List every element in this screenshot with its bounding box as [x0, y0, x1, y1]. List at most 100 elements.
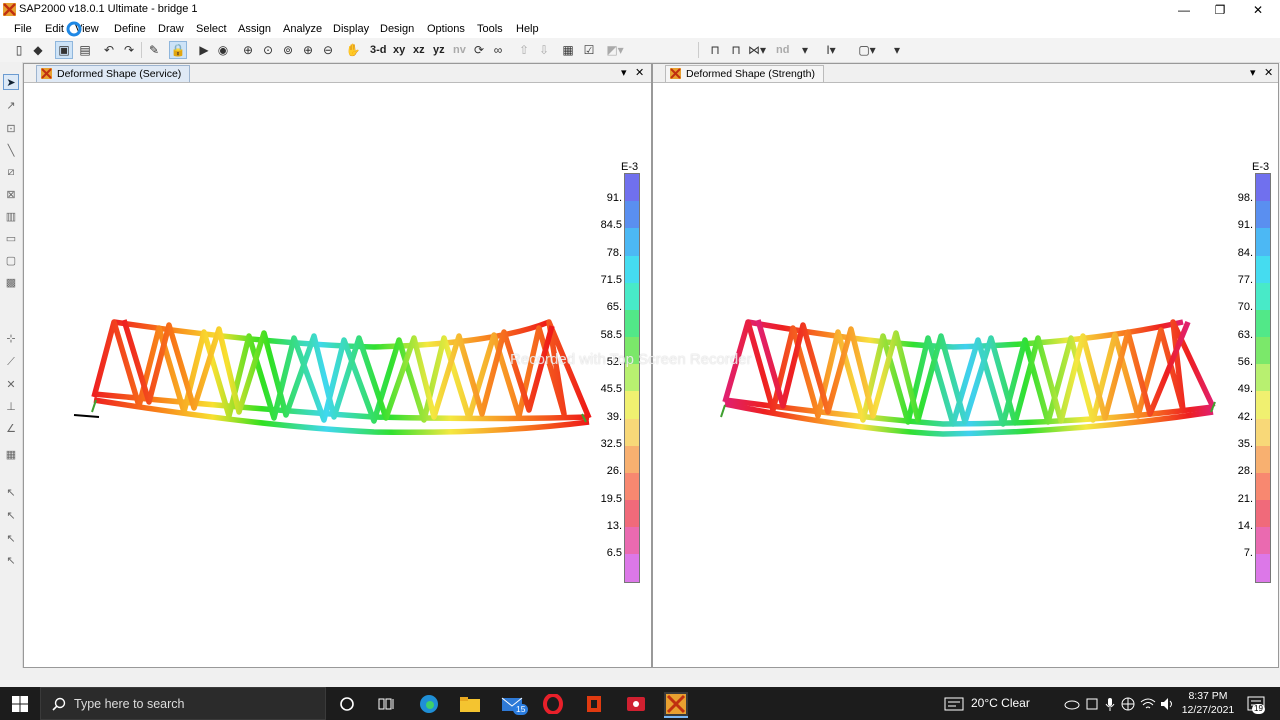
panel-close-icon[interactable]: ✕	[635, 66, 644, 79]
panel-dropdown-icon[interactable]: ▾	[621, 66, 627, 79]
legend-label: 45.5	[600, 383, 622, 395]
tab-label: Deformed Shape (Service)	[57, 68, 182, 80]
panel-close-icon[interactable]: ✕	[1264, 66, 1273, 79]
pointer-icon[interactable]: ➤	[3, 74, 19, 90]
clear-select-icon[interactable]: ↖	[3, 530, 19, 546]
run-now-icon[interactable]: ◉	[214, 41, 232, 59]
area-draw-icon[interactable]: ▢	[3, 252, 19, 268]
file-explorer-icon[interactable]	[458, 692, 482, 716]
pan-icon[interactable]: ✋	[344, 41, 362, 59]
edge-browser-icon[interactable]	[417, 692, 441, 716]
quick-frame-icon[interactable]: ⧄	[3, 164, 19, 180]
print-icon[interactable]: ▤	[76, 41, 94, 59]
view-xy-button[interactable]: xy	[393, 41, 405, 59]
screen-recorder-icon[interactable]	[624, 692, 648, 716]
tab-deformed-service[interactable]: Deformed Shape (Service)	[36, 65, 191, 82]
system-clock[interactable]: 8:37 PM 12/27/2021	[1172, 689, 1244, 717]
truss-icon[interactable]: ⋈▾	[748, 41, 766, 59]
save-icon[interactable]: ▣	[55, 41, 73, 59]
snap-angle-icon[interactable]: ∠	[3, 420, 19, 436]
area-icon[interactable]: ▢▾	[858, 41, 876, 59]
new-model-icon[interactable]: ▯	[10, 41, 28, 59]
nd-button[interactable]: nd	[776, 41, 789, 59]
undo-icon[interactable]: ↶	[100, 41, 118, 59]
legend-label: 19.5	[600, 493, 622, 505]
windows-taskbar: Type here to search 15 20°C Clear 8:37 P…	[0, 687, 1280, 720]
view-xz-button[interactable]: xz	[413, 41, 425, 59]
legend-label: 26.	[606, 465, 622, 477]
close-button[interactable]: ✕	[1240, 0, 1276, 20]
zoom-in-icon[interactable]: ⊕	[299, 41, 317, 59]
move-up-icon[interactable]: ⇧	[515, 41, 533, 59]
legend-label: 70.	[1237, 301, 1253, 313]
check-icon[interactable]: ☑	[580, 41, 598, 59]
snap-perpendicular-icon[interactable]: ⊥	[3, 398, 19, 414]
select-all-icon[interactable]: ↖	[3, 484, 19, 500]
open-icon[interactable]: ◆	[29, 41, 47, 59]
set-display-icon[interactable]: ▦	[559, 41, 577, 59]
start-button[interactable]	[0, 687, 40, 720]
menu-tools[interactable]: Tools	[477, 23, 503, 35]
maximize-button[interactable]: ❐	[1202, 0, 1238, 20]
snap-joint-icon[interactable]: ⊹	[3, 330, 19, 346]
menu-select[interactable]: Select	[196, 23, 227, 35]
menu-analyze[interactable]: Analyze	[283, 23, 322, 35]
menu-display[interactable]: Display	[333, 23, 369, 35]
view-yz-button[interactable]: yz	[433, 41, 445, 59]
zoom-full-icon[interactable]: ⊚	[279, 41, 297, 59]
taskbar-search-box[interactable]: Type here to search	[40, 687, 326, 720]
snap-line-icon[interactable]: ⟋	[3, 354, 19, 370]
zoom-out-icon[interactable]: ⊖	[319, 41, 337, 59]
snap-intersect-icon[interactable]: ✕	[3, 376, 19, 392]
more-dropdown-icon[interactable]: ▾	[888, 41, 906, 59]
sap2000-taskbar-icon[interactable]	[664, 692, 688, 718]
nd-dropdown-icon[interactable]: ▾	[796, 41, 814, 59]
menu-assign[interactable]: Assign	[238, 23, 271, 35]
lock-icon[interactable]: 🔒	[169, 41, 187, 59]
frame-portal-icon[interactable]: ⊓	[727, 41, 745, 59]
frame-type-icon[interactable]: ⊓	[706, 41, 724, 59]
solid-icon[interactable]: ▩	[3, 274, 19, 290]
menu-define[interactable]: Define	[114, 23, 146, 35]
move-down-icon[interactable]: ⇩	[535, 41, 553, 59]
menu-help[interactable]: Help	[516, 23, 539, 35]
perspective-icon[interactable]: ∞	[489, 41, 507, 59]
link-icon[interactable]: ▭	[3, 230, 19, 246]
grid-icon[interactable]: ▦	[3, 446, 19, 462]
legend-label: 32.5	[600, 438, 622, 450]
weather-text[interactable]: 20°C Clear	[971, 696, 1030, 710]
cortana-icon[interactable]	[335, 692, 359, 716]
rotate-icon[interactable]: ⟳	[470, 41, 488, 59]
menu-draw[interactable]: Draw	[158, 23, 184, 35]
restore-icon: ❐	[1214, 3, 1226, 17]
menu-design[interactable]: Design	[380, 23, 414, 35]
section-i-icon[interactable]: I▾	[822, 41, 840, 59]
office-icon[interactable]	[582, 692, 606, 716]
pencil-icon[interactable]: ✎	[145, 41, 163, 59]
reshape-icon[interactable]: ↗	[3, 97, 19, 113]
task-view-icon[interactable]	[375, 692, 399, 716]
intersect-select-icon[interactable]: ↖	[3, 552, 19, 568]
minimize-button[interactable]: —	[1166, 0, 1202, 20]
zoom-window-icon[interactable]: ⊕	[239, 41, 257, 59]
zoom-restore-icon[interactable]: ⊙	[259, 41, 277, 59]
brace-icon[interactable]: ⊠	[3, 186, 19, 202]
view-3d-button[interactable]: 3-d	[370, 41, 387, 59]
frame-line-icon[interactable]: ╲	[3, 142, 19, 158]
sap2000-app-icon	[3, 3, 16, 16]
opera-icon[interactable]	[541, 692, 565, 716]
legend-color-bar	[1255, 173, 1271, 583]
run-analysis-icon[interactable]: ▶	[195, 41, 213, 59]
menu-options[interactable]: Options	[427, 23, 465, 35]
menu-file[interactable]: File	[14, 23, 32, 35]
select-filter-icon[interactable]: ◩▾	[606, 41, 624, 59]
previous-select-icon[interactable]: ↖	[3, 507, 19, 523]
secondary-beam-icon[interactable]: ▥	[3, 208, 19, 224]
view-nv-button[interactable]: nv	[453, 41, 466, 59]
menu-edit[interactable]: Edit	[45, 23, 64, 35]
joint-icon[interactable]: ⊡	[3, 120, 19, 136]
panel-dropdown-icon[interactable]: ▾	[1250, 66, 1256, 79]
legend-exponent: E-3	[1252, 161, 1270, 173]
redo-icon[interactable]: ↷	[120, 41, 138, 59]
tab-deformed-strength[interactable]: Deformed Shape (Strength)	[665, 65, 824, 82]
